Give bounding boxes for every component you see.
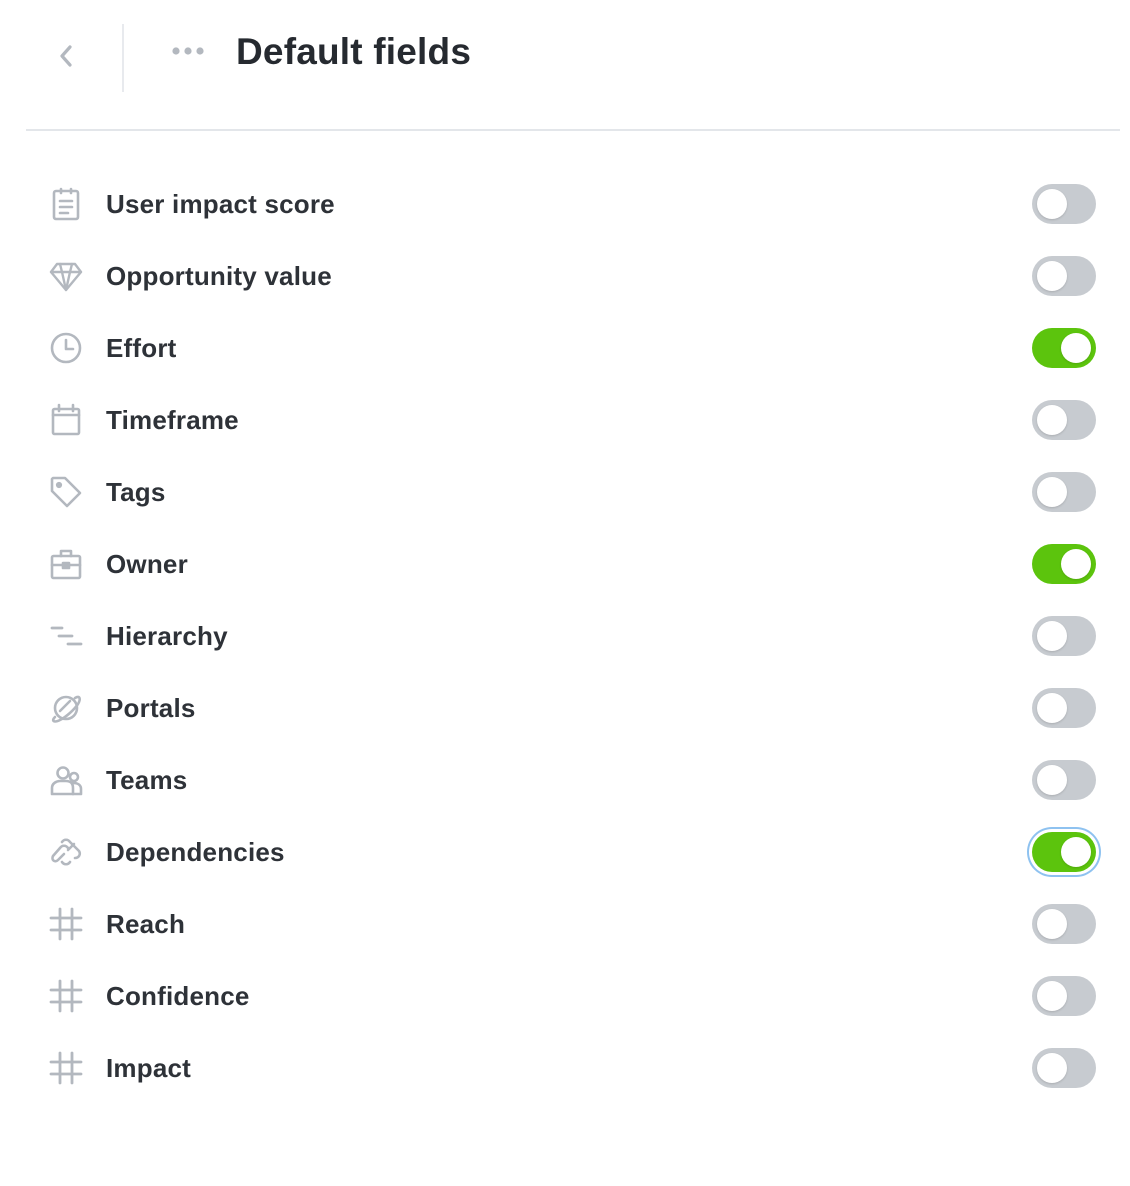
toggle-knob <box>1037 765 1067 795</box>
toggle-knob <box>1061 333 1091 363</box>
header-divider-line <box>26 129 1120 131</box>
field-label: Reach <box>106 909 186 939</box>
toggle-reach[interactable] <box>1032 904 1096 944</box>
toggle-dependencies[interactable] <box>1032 832 1096 872</box>
field-label: Tags <box>106 477 166 507</box>
more-button[interactable] <box>166 38 210 68</box>
field-label: Effort <box>106 333 177 363</box>
toggle-teams[interactable] <box>1032 760 1096 800</box>
toggle-knob <box>1037 621 1067 651</box>
field-row-opportunity-value: Opportunity value <box>0 240 1130 312</box>
field-row-hierarchy: Hierarchy <box>0 600 1130 672</box>
toggle-portals[interactable] <box>1032 688 1096 728</box>
toggle-effort[interactable] <box>1032 328 1096 368</box>
field-row-effort: Effort <box>0 312 1130 384</box>
toggle-knob <box>1037 261 1067 291</box>
toggle-knob <box>1037 693 1067 723</box>
toggle-user-impact-score[interactable] <box>1032 184 1096 224</box>
toggle-knob <box>1037 1053 1067 1083</box>
toggle-knob <box>1061 549 1091 579</box>
toggle-knob <box>1037 405 1067 435</box>
tag-icon <box>46 474 86 510</box>
field-row-confidence: Confidence <box>0 960 1130 1032</box>
field-label: Owner <box>106 549 188 579</box>
clock-icon <box>46 330 86 366</box>
field-label: Teams <box>106 765 188 795</box>
field-row-teams: Teams <box>0 744 1130 816</box>
field-row-owner: Owner <box>0 528 1130 600</box>
planet-icon <box>46 690 86 726</box>
toggle-tags[interactable] <box>1032 472 1096 512</box>
toggle-timeframe[interactable] <box>1032 400 1096 440</box>
field-label: Impact <box>106 1053 192 1083</box>
hash-icon <box>46 1050 86 1086</box>
hierarchy-icon <box>46 618 86 654</box>
toggle-knob <box>1037 981 1067 1011</box>
toggle-knob <box>1061 837 1091 867</box>
calendar-icon <box>46 402 86 438</box>
field-row-timeframe: Timeframe <box>0 384 1130 456</box>
field-label: Opportunity value <box>106 261 332 291</box>
toggle-knob <box>1037 189 1067 219</box>
toggle-hierarchy[interactable] <box>1032 616 1096 656</box>
field-row-tags: Tags <box>0 456 1130 528</box>
field-row-reach: Reach <box>0 888 1130 960</box>
toggle-owner[interactable] <box>1032 544 1096 584</box>
field-label: User impact score <box>106 189 335 219</box>
field-label: Confidence <box>106 981 250 1011</box>
field-row-user-impact-score: User impact score <box>0 168 1130 240</box>
toggle-knob <box>1037 477 1067 507</box>
back-button[interactable] <box>46 38 86 78</box>
hash-icon <box>46 906 86 942</box>
toggle-knob <box>1037 909 1067 939</box>
clipboard-icon <box>46 186 86 222</box>
link-icon <box>46 834 86 870</box>
header: Default fields <box>0 0 1130 131</box>
header-divider <box>122 24 124 92</box>
team-icon <box>46 762 86 798</box>
more-horizontal-icon <box>168 44 208 63</box>
toggle-opportunity-value[interactable] <box>1032 256 1096 296</box>
field-row-portals: Portals <box>0 672 1130 744</box>
hash-icon <box>46 978 86 1014</box>
field-row-impact: Impact <box>0 1032 1130 1104</box>
briefcase-icon <box>46 546 86 582</box>
field-row-dependencies: Dependencies <box>0 816 1130 888</box>
field-label: Timeframe <box>106 405 239 435</box>
field-label: Dependencies <box>106 837 285 867</box>
field-list: User impact score Opportunity value Effo… <box>0 168 1130 1104</box>
page-title: Default fields <box>236 31 472 72</box>
diamond-icon <box>46 258 86 294</box>
toggle-impact[interactable] <box>1032 1048 1096 1088</box>
chevron-left-icon <box>56 42 76 75</box>
field-label: Hierarchy <box>106 621 228 651</box>
field-label: Portals <box>106 693 196 723</box>
toggle-confidence[interactable] <box>1032 976 1096 1016</box>
